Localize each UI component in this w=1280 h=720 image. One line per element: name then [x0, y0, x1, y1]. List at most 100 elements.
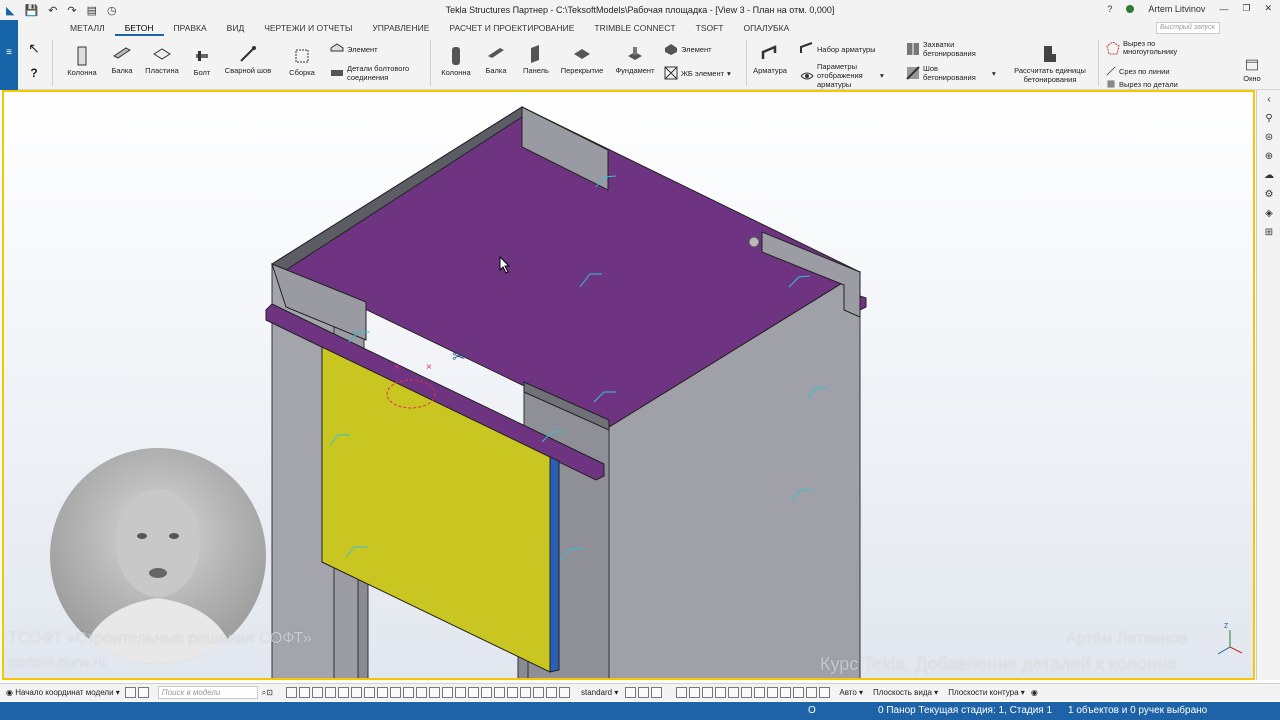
slab-button[interactable]: Перекрытие [558, 44, 606, 75]
tab-tsoft[interactable]: TSOFT [686, 22, 734, 36]
select-planes-icon[interactable] [428, 687, 440, 698]
view-mode-icon[interactable] [651, 687, 663, 698]
pointer-mode-icon[interactable] [638, 687, 650, 698]
panel-button[interactable]: Панель [518, 44, 554, 75]
weld-button[interactable]: Сварной шов [220, 44, 276, 75]
cube-icon[interactable]: ◈ [1257, 204, 1280, 223]
tab-drawings[interactable]: ЧЕРТЕЖИ И ОТЧЕТЫ [254, 22, 362, 36]
select-points-icon[interactable] [324, 687, 336, 698]
snap-endpoints-icon[interactable] [715, 687, 727, 698]
visibility-icon[interactable]: ◉ [1031, 688, 1038, 697]
rebar-set-button[interactable]: Набор арматуры [800, 42, 876, 56]
select-details-icon[interactable] [467, 687, 479, 698]
rebar-display-props-button[interactable]: Параметры отображения арматуры ▾ [800, 62, 896, 89]
redo-icon[interactable]: ↷ [67, 4, 76, 17]
line-cut-button[interactable]: Срез по линии [1106, 66, 1170, 76]
snap-intersections-icon[interactable] [754, 687, 766, 698]
calc-pour-units-button[interactable]: Рассчитать единицы бетонирования [1010, 44, 1090, 84]
select-views-icon[interactable] [389, 687, 401, 698]
help-tool[interactable]: ? [22, 66, 46, 80]
tab-edit[interactable]: ПРАВКА [164, 22, 217, 36]
snap-midpoints-icon[interactable] [741, 687, 753, 698]
steel-element-button[interactable]: Элемент [330, 42, 378, 56]
select-snap-icon[interactable] [506, 687, 518, 698]
snap-centers-icon[interactable] [728, 687, 740, 698]
snap-settings-icon[interactable] [625, 687, 637, 698]
select-grids-icon[interactable] [363, 687, 375, 698]
contour-plane-dropdown[interactable]: Плоскости контура ▾ [948, 688, 1025, 697]
select-rebar-icon[interactable] [415, 687, 427, 698]
concrete-beam-button[interactable]: Балка [480, 44, 512, 75]
document-icon[interactable]: ▤ [87, 4, 97, 17]
select-components-icon[interactable] [454, 687, 466, 698]
concrete-column-button[interactable]: Колонна [436, 46, 476, 77]
dropdown-arrow-icon[interactable]: ▾ [992, 69, 996, 78]
snap-reference-icon[interactable] [676, 687, 688, 698]
snap-perpendicular-icon[interactable] [767, 687, 779, 698]
rc-element-button[interactable]: ЖБ элемент ▾ [664, 66, 731, 80]
footing-button[interactable]: Фундамент [612, 44, 658, 75]
gear-icon[interactable]: ⚙ [1257, 185, 1280, 204]
select-lock-icon[interactable] [558, 687, 570, 698]
snap-any-icon[interactable] [806, 687, 818, 698]
tab-metal[interactable]: МЕТАЛЛ [60, 22, 115, 36]
steel-beam-button[interactable]: Балка [104, 44, 140, 75]
rebar-button[interactable]: Арматура [750, 44, 790, 75]
zoom-search-icon[interactable]: ⊡ [266, 688, 273, 697]
snap-geometry-icon[interactable] [689, 687, 701, 698]
toggle-icon[interactable] [137, 687, 149, 698]
minimize-button[interactable]: — [1219, 4, 1228, 14]
steel-plate-button[interactable]: Пластина [140, 44, 184, 75]
dropdown-arrow-icon[interactable]: ▾ [880, 71, 884, 80]
select-assemblies-icon[interactable] [402, 687, 414, 698]
restore-button[interactable]: ❐ [1242, 3, 1250, 14]
select-all-icon[interactable] [285, 687, 297, 698]
properties-icon[interactable]: ⚲ [1257, 109, 1280, 128]
bolt-button[interactable]: Болт [188, 46, 216, 77]
select-surfaces-icon[interactable] [311, 687, 323, 698]
select-cuts-icon[interactable] [376, 687, 388, 698]
tab-analysis[interactable]: РАСЧЕТ И ПРОЕКТИРОВАНИЕ [439, 22, 584, 36]
bolt-parts-button[interactable]: Детали болтового соединения [330, 64, 426, 82]
concrete-element-button[interactable]: Элемент [664, 42, 712, 56]
steel-column-button[interactable]: Колонна [62, 46, 102, 77]
catalog-icon[interactable]: ⊜ [1257, 128, 1280, 147]
user-name[interactable]: Artem Litvinov [1148, 4, 1205, 14]
select-objects-icon[interactable] [493, 687, 505, 698]
snap-lines-icon[interactable] [780, 687, 792, 698]
view-plane-dropdown[interactable]: Плоскость вида ▾ [873, 688, 938, 697]
collapse-panel-icon[interactable]: ‹ [1257, 90, 1280, 109]
origin-dropdown[interactable]: ◉ Начало координат модели ▾ [6, 688, 120, 697]
snap-nearest-icon[interactable] [793, 687, 805, 698]
components-icon[interactable]: ⊞ [1257, 223, 1280, 242]
select-tool[interactable]: ↖ [22, 40, 46, 57]
polygon-cut-button[interactable]: Вырез по многоугольнику [1106, 40, 1190, 56]
assembly-button[interactable]: Сборка [282, 46, 322, 77]
model-search-input[interactable]: Поиск в модели [157, 686, 258, 699]
tab-formwork[interactable]: ОПАЛУБКА [733, 22, 799, 36]
select-reference-icon[interactable] [441, 687, 453, 698]
select-bolts-icon[interactable] [350, 687, 362, 698]
handle-point[interactable] [748, 236, 760, 248]
part-cut-button[interactable]: Вырез по детали [1106, 79, 1178, 89]
tab-trimble-connect[interactable]: TRIMBLE CONNECT [584, 22, 685, 36]
quick-launch-input[interactable]: Быстрый запуск [1156, 22, 1220, 34]
snap-points-icon[interactable] [702, 687, 714, 698]
app-logo-icon[interactable]: ◣ [6, 4, 14, 17]
pour-breaks-button[interactable]: Захватки бетонирования [906, 40, 998, 58]
tab-concrete[interactable]: БЕТОН [114, 22, 164, 36]
select-pour-icon[interactable] [480, 687, 492, 698]
save-icon[interactable]: 💾 [24, 4, 38, 17]
select-parts-icon[interactable] [298, 687, 310, 698]
select-group-icon[interactable] [545, 687, 557, 698]
snap-extension-icon[interactable] [819, 687, 831, 698]
help-icon[interactable]: ? [1107, 4, 1112, 14]
pour-seam-button[interactable]: Шов бетонирования ▾ [906, 64, 1006, 82]
close-button[interactable]: ✕ [1264, 3, 1272, 14]
globe-icon[interactable]: ⊕ [1257, 147, 1280, 166]
tab-manage[interactable]: УПРАВЛЕНИЕ [362, 22, 439, 36]
cloud-icon[interactable]: ☁ [1257, 166, 1280, 185]
select-filter-icon[interactable] [519, 687, 531, 698]
history-icon[interactable]: ◷ [107, 4, 117, 17]
menu-icon[interactable]: ≡ [0, 36, 18, 90]
